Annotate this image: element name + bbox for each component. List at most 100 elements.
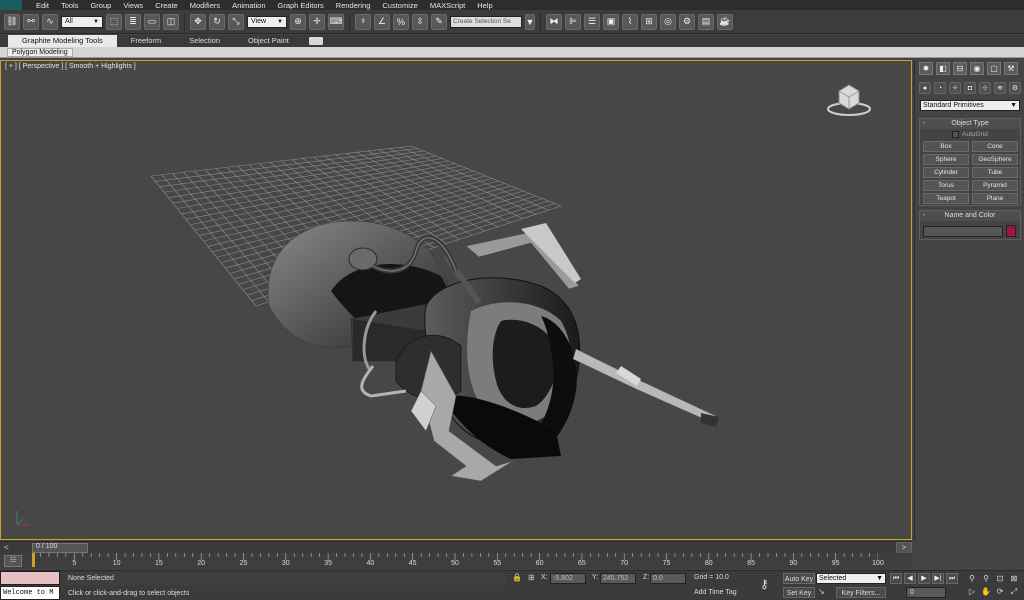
tab-freeform[interactable]: Freeform: [117, 35, 175, 47]
selection-set-dropdown[interactable]: Selected ▼: [816, 573, 886, 584]
render-production-icon[interactable]: ☕: [717, 13, 733, 30]
spinner-snap-icon[interactable]: ⇳: [412, 13, 428, 30]
zoom-extents-all-icon[interactable]: ⊠: [1008, 573, 1020, 584]
link-icon[interactable]: ⛓: [4, 13, 20, 30]
field-of-view-icon[interactable]: ▷: [966, 586, 978, 597]
keyboard-shortcut-icon[interactable]: ⌨: [328, 13, 344, 30]
object-type-header[interactable]: - Object Type: [920, 119, 1020, 129]
select-by-name-icon[interactable]: ≣: [125, 13, 141, 30]
percent-snap-icon[interactable]: %: [393, 13, 409, 30]
bind-spacewarp-icon[interactable]: ∿: [42, 13, 58, 30]
chevron-down-icon[interactable]: ▼: [525, 13, 535, 30]
add-time-tag[interactable]: Add Time Tag: [694, 589, 737, 596]
render-setup-icon[interactable]: ⚙: [679, 13, 695, 30]
box-button[interactable]: Box: [923, 141, 969, 152]
absolute-mode-icon[interactable]: ⊞: [528, 573, 538, 584]
y-coord-field[interactable]: 245.752: [600, 573, 636, 584]
primitive-category-dropdown[interactable]: Standard Primitives ▼: [920, 100, 1020, 111]
selection-filter-dropdown[interactable]: All ▼: [61, 15, 103, 28]
menu-group[interactable]: Group: [84, 1, 117, 10]
name-color-header[interactable]: - Name and Color: [920, 211, 1020, 221]
go-to-end-icon[interactable]: ⏭: [946, 573, 958, 584]
zoom-all-icon[interactable]: ⚲: [980, 573, 992, 584]
hierarchy-tab-icon[interactable]: ⊟: [953, 62, 967, 75]
curve-editor-icon[interactable]: ⌇: [622, 13, 638, 30]
menu-maxscript[interactable]: MAXScript: [424, 1, 471, 10]
lock-selection-icon[interactable]: 🔒: [512, 573, 522, 584]
rect-selection-icon[interactable]: ▭: [144, 13, 160, 30]
ref-coord-dropdown[interactable]: View ▼: [247, 15, 287, 28]
key-mode-icon[interactable]: ↘: [818, 587, 830, 598]
cylinder-button[interactable]: Cylinder: [923, 167, 969, 178]
cameras-icon[interactable]: ◘: [964, 82, 976, 94]
time-prev-arrow[interactable]: <: [4, 543, 9, 552]
trackbar-filter-icon[interactable]: ☷: [4, 555, 22, 567]
menu-rendering[interactable]: Rendering: [330, 1, 377, 10]
unlink-icon[interactable]: ⚯: [23, 13, 39, 30]
set-key-button[interactable]: Set Key: [783, 587, 815, 598]
maxscript-listener-input[interactable]: [0, 571, 60, 585]
named-selection-input[interactable]: Create Selection Se: [450, 15, 522, 28]
rotate-icon[interactable]: ↻: [209, 13, 225, 30]
sphere-button[interactable]: Sphere: [923, 154, 969, 165]
app-logo[interactable]: [0, 0, 22, 10]
time-cursor[interactable]: [32, 553, 35, 567]
menu-edit[interactable]: Edit: [30, 1, 55, 10]
spacewarps-icon[interactable]: ≋: [994, 82, 1006, 94]
move-icon[interactable]: ✥: [190, 13, 206, 30]
cone-button[interactable]: Cone: [972, 141, 1018, 152]
auto-key-button[interactable]: Auto Key: [783, 573, 815, 584]
select-manipulate-icon[interactable]: ✛: [309, 13, 325, 30]
orbit-icon[interactable]: ⟳: [994, 586, 1006, 597]
frame-ruler[interactable]: 5 10 15 20 25 30 35 40 45 50 55 60 65 70 75 80 85 90 95 100: [32, 553, 884, 569]
pan-icon[interactable]: ✋: [980, 586, 992, 597]
window-crossing-icon[interactable]: ◫: [163, 13, 179, 30]
x-coord-field[interactable]: -5.802: [550, 573, 586, 584]
maxscript-output[interactable]: Welcome to M: [0, 586, 60, 600]
track-bar[interactable]: ☷ 5 10 15 20 25 30 35 40 45 50 55 60 65 70 75 80 85 90 95 1…: [0, 553, 912, 569]
helpers-icon[interactable]: ⊹: [979, 82, 991, 94]
modify-tab-icon[interactable]: ◧: [936, 62, 950, 75]
maximize-viewport-icon[interactable]: ⤢: [1008, 586, 1020, 597]
go-to-start-icon[interactable]: ⏮: [890, 573, 902, 584]
align-icon[interactable]: ⊫: [565, 13, 581, 30]
autogrid-checkbox[interactable]: AutoGrid: [920, 131, 1020, 138]
pyramid-button[interactable]: Pyramid: [972, 180, 1018, 191]
menu-animation[interactable]: Animation: [226, 1, 271, 10]
zoom-extents-icon[interactable]: ⊡: [994, 573, 1006, 584]
object-name-field[interactable]: [923, 226, 1003, 237]
key-filters-button[interactable]: Key Filters...: [836, 587, 886, 598]
edit-named-selection-icon[interactable]: ✎: [431, 13, 447, 30]
torus-button[interactable]: Torus: [923, 180, 969, 191]
shapes-icon[interactable]: ◔: [934, 82, 946, 94]
play-icon[interactable]: ▶: [918, 573, 930, 584]
zoom-icon[interactable]: ⚲: [966, 573, 978, 584]
menu-modifiers[interactable]: Modifiers: [184, 1, 226, 10]
create-tab-icon[interactable]: ✹: [919, 62, 933, 75]
plane-button[interactable]: Plane: [972, 193, 1018, 204]
mirror-icon[interactable]: ⧓: [546, 13, 562, 30]
systems-icon[interactable]: ⚙: [1009, 82, 1021, 94]
menu-customize[interactable]: Customize: [376, 1, 423, 10]
ribbon-toggle-button[interactable]: [308, 37, 323, 45]
portal-gun-model[interactable]: [267, 220, 719, 482]
utilities-tab-icon[interactable]: ⚒: [1004, 62, 1018, 75]
graphite-toggle-icon[interactable]: ▣: [603, 13, 619, 30]
menu-tools[interactable]: Tools: [55, 1, 85, 10]
geosphere-button[interactable]: GeoSphere: [972, 154, 1018, 165]
tab-object-paint[interactable]: Object Paint: [234, 35, 303, 47]
pivot-center-icon[interactable]: ⊕: [290, 13, 306, 30]
tube-button[interactable]: Tube: [972, 167, 1018, 178]
menu-create[interactable]: Create: [149, 1, 184, 10]
angle-snap-icon[interactable]: ∠: [374, 13, 390, 30]
polygon-modeling-panel[interactable]: Polygon Modeling: [7, 48, 73, 57]
material-editor-icon[interactable]: ◎: [660, 13, 676, 30]
select-object-icon[interactable]: ⬚: [106, 13, 122, 30]
tab-selection[interactable]: Selection: [175, 35, 234, 47]
current-frame-field[interactable]: 0: [906, 587, 946, 598]
teapot-button[interactable]: Teapot: [923, 193, 969, 204]
menu-graph-editors[interactable]: Graph Editors: [272, 1, 330, 10]
object-color-swatch[interactable]: [1006, 225, 1016, 237]
key-icon[interactable]: ⚷: [760, 577, 778, 591]
scale-icon[interactable]: ⤡: [228, 13, 244, 30]
